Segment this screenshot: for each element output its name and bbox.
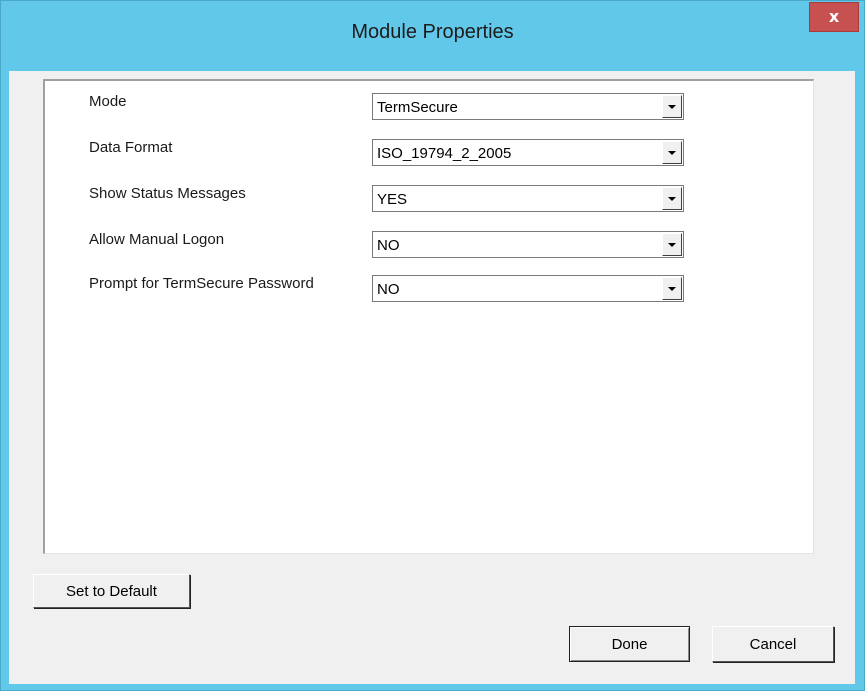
done-button[interactable]: Done — [569, 626, 690, 662]
cancel-button[interactable]: Cancel — [712, 626, 834, 662]
prompt-termsecure-password-label: Prompt for TermSecure Password — [89, 275, 314, 292]
dialog-client-area: Mode TermSecure Data Format ISO_19794_2_… — [9, 71, 855, 684]
show-status-messages-dropdown[interactable]: YES — [372, 185, 684, 212]
set-to-default-button[interactable]: Set to Default — [33, 574, 190, 608]
chevron-down-icon[interactable] — [662, 141, 682, 164]
show-status-messages-value: YES — [377, 191, 408, 208]
module-properties-window: Module Properties x Mode TermSecure Data… — [0, 0, 865, 691]
close-icon: x — [828, 7, 840, 26]
data-format-label: Data Format — [89, 139, 173, 156]
chevron-down-icon[interactable] — [662, 277, 682, 300]
chevron-down-icon[interactable] — [662, 95, 682, 118]
chevron-down-icon[interactable] — [662, 233, 682, 256]
prompt-termsecure-password-value: NO — [377, 281, 400, 298]
chevron-down-icon[interactable] — [662, 187, 682, 210]
title-bar[interactable]: Module Properties x — [1, 1, 864, 71]
close-button[interactable]: x — [809, 2, 859, 32]
allow-manual-logon-value: NO — [377, 237, 400, 254]
prompt-termsecure-password-dropdown[interactable]: NO — [372, 275, 684, 302]
data-format-value: ISO_19794_2_2005 — [377, 145, 512, 162]
mode-dropdown[interactable]: TermSecure — [372, 93, 684, 120]
mode-value: TermSecure — [377, 99, 458, 116]
allow-manual-logon-dropdown[interactable]: NO — [372, 231, 684, 258]
show-status-messages-label: Show Status Messages — [89, 185, 246, 202]
mode-label: Mode — [89, 93, 127, 110]
properties-panel: Mode TermSecure Data Format ISO_19794_2_… — [43, 79, 814, 554]
allow-manual-logon-label: Allow Manual Logon — [89, 231, 225, 248]
data-format-dropdown[interactable]: ISO_19794_2_2005 — [372, 139, 684, 166]
window-title: Module Properties — [351, 21, 514, 43]
